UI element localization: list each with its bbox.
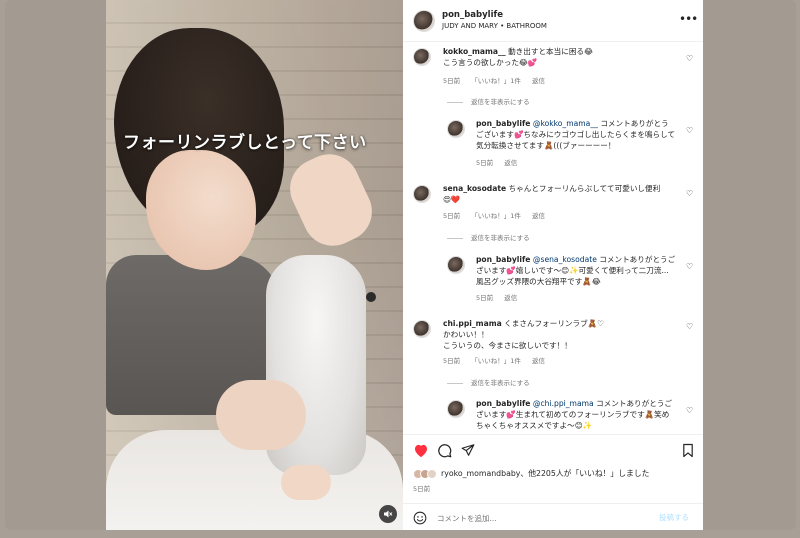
reply-username[interactable]: pon_babylife (476, 119, 530, 128)
heart-filled-icon[interactable] (413, 443, 429, 458)
liked-by-text[interactable]: ryoko_momandbaby、他2205人が「いいね！」しました (441, 468, 649, 479)
hide-replies-button[interactable]: 返信を非表示にする (447, 377, 530, 387)
reply-body: pon_babylife @sena_kosodate コメントありがとうござい… (476, 254, 676, 287)
comment-likes[interactable]: 「いいね！」1件 (471, 212, 521, 220)
hide-replies-label: 返信を非表示にする (471, 234, 530, 242)
comment-body: chi.ppi_mama くまさんフォーリンラブ🧸♡ かわいい！！ こういうの、… (443, 318, 668, 351)
add-comment-input[interactable] (437, 511, 647, 525)
hide-replies-label: 返信を非表示にする (471, 379, 530, 387)
comment-bubble-icon[interactable] (437, 443, 452, 458)
replier-avatar[interactable] (447, 120, 465, 138)
reply-mention[interactable]: @sena_kosodate (533, 255, 597, 264)
post-header: pon_babylife JUDY AND MARY • BATHROOM ••… (403, 0, 703, 42)
post-side-panel: pon_babylife JUDY AND MARY • BATHROOM ••… (403, 0, 703, 530)
commenter-avatar[interactable] (413, 185, 431, 203)
liker-avatar (427, 468, 437, 479)
comment-time: 5日前 (443, 77, 461, 85)
share-send-icon[interactable] (461, 443, 475, 457)
reply-body: pon_babylife @chi.ppi_mama コメントありがとうございま… (476, 398, 676, 431)
reply-meta: 5日前 返信 (476, 157, 526, 167)
reply-meta: 5日前 返信 (476, 292, 526, 302)
comment-username[interactable]: sena_kosodate (443, 184, 506, 193)
reply-time: 5日前 (476, 159, 494, 167)
post-comment-button[interactable]: 投稿する (659, 512, 689, 523)
comment-like-icon[interactable]: ♡ (686, 189, 693, 198)
comment-like-icon[interactable]: ♡ (686, 322, 693, 331)
comment-username[interactable]: chi.ppi_mama (443, 319, 502, 328)
post-modal: フォーリンラブしとって下さい pon_babylife JUDY AND MAR… (5, 0, 796, 530)
comments-list[interactable]: kokko_mama__ 動き出すと本当に困る😂 こう言うの欲しかった😂💕 ♡ … (403, 42, 703, 434)
reply-button[interactable]: 返信 (532, 212, 545, 220)
comment-username[interactable]: kokko_mama__ (443, 47, 506, 56)
comment-body: kokko_mama__ 動き出すと本当に困る😂 こう言うの欲しかった😂💕 (443, 46, 668, 68)
reply-time: 5日前 (476, 294, 494, 302)
commenter-avatar[interactable] (413, 48, 431, 66)
replier-avatar[interactable] (447, 256, 465, 274)
reply-mention[interactable]: @chi.ppi_mama (533, 399, 594, 408)
reply-body: pon_babylife @kokko_mama__ コメントありがとうございま… (476, 118, 676, 151)
audio-location-subtitle[interactable]: JUDY AND MARY • BATHROOM (442, 22, 547, 30)
liked-by-row[interactable]: ryoko_momandbaby、他2205人が「いいね！」しました (413, 468, 649, 479)
comment-body: sena_kosodate ちゃんとフォーリんらぶしてて可愛いし便利😍❤️ (443, 183, 668, 205)
comment-meta: 5日前 「いいね！」1件 返信 (443, 355, 554, 365)
post-date[interactable]: 5日前 (413, 483, 430, 493)
speaker-muted-icon (384, 510, 393, 518)
comment-time: 5日前 (443, 212, 461, 220)
reply-like-icon[interactable]: ♡ (686, 126, 693, 135)
reply-button[interactable]: 返信 (532, 77, 545, 85)
reply-button[interactable]: 返信 (532, 357, 545, 365)
reply-username[interactable]: pon_babylife (476, 255, 530, 264)
reply-like-icon[interactable]: ♡ (686, 262, 693, 271)
author-avatar[interactable] (413, 10, 435, 32)
add-comment-row: 投稿する (403, 503, 703, 531)
video-player[interactable]: フォーリンラブしとって下さい (106, 0, 403, 530)
video-caption: フォーリンラブしとって下さい (123, 133, 367, 153)
reply-like-icon[interactable]: ♡ (686, 406, 693, 415)
comment-meta: 5日前 「いいね！」1件 返信 (443, 210, 554, 220)
hide-replies-label: 返信を非表示にする (471, 98, 530, 106)
reply-button[interactable]: 返信 (504, 294, 517, 302)
baby-foot (281, 465, 331, 500)
emoji-smiley-icon[interactable] (413, 511, 427, 525)
divider (447, 382, 463, 384)
divider (447, 101, 463, 103)
reply-username[interactable]: pon_babylife (476, 399, 530, 408)
reply-mention[interactable]: @kokko_mama__ (533, 119, 598, 128)
hide-replies-button[interactable]: 返信を非表示にする (447, 96, 530, 106)
bear-toy-nose (366, 292, 376, 302)
post-actions: ryoko_momandbaby、他2205人が「いいね！」しました 5日前 投… (403, 434, 703, 530)
baby-hand (216, 380, 306, 450)
replier-avatar[interactable] (447, 400, 465, 418)
author-username[interactable]: pon_babylife (442, 10, 503, 20)
reply-button[interactable]: 返信 (504, 159, 517, 167)
comment-likes[interactable]: 「いいね！」1件 (471, 357, 521, 365)
divider (447, 237, 463, 239)
bookmark-icon[interactable] (682, 443, 694, 458)
commenter-avatar[interactable] (413, 320, 431, 338)
more-options-icon[interactable]: ••• (679, 12, 698, 26)
hide-replies-button[interactable]: 返信を非表示にする (447, 232, 530, 242)
comment-time: 5日前 (443, 357, 461, 365)
comment-like-icon[interactable]: ♡ (686, 54, 693, 63)
comment-likes[interactable]: 「いいね！」1件 (471, 77, 521, 85)
mute-button[interactable] (379, 505, 397, 523)
comment-meta: 5日前 「いいね！」1件 返信 (443, 75, 554, 85)
